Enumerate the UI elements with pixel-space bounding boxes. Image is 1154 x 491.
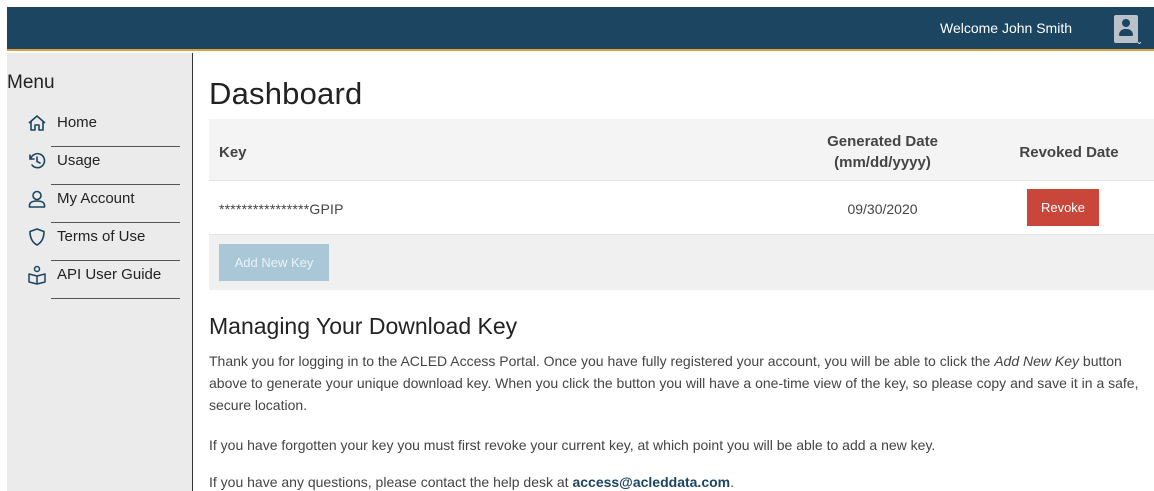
sidebar-item-usage[interactable]: Usage bbox=[27, 147, 180, 185]
add-new-key-emphasis: Add New Key bbox=[994, 353, 1080, 369]
sidebar-item-api-user-guide[interactable]: API User Guide bbox=[27, 261, 180, 299]
generated-date: 09/30/2020 bbox=[847, 201, 918, 217]
sidebar-item-label: Usage bbox=[57, 152, 101, 169]
paragraph-text: . bbox=[730, 474, 734, 490]
table-header: Key Generated Date (mm/dd/yyyy) Revoked … bbox=[209, 119, 1154, 181]
paragraph-text: If you have any questions, please contac… bbox=[209, 474, 573, 490]
avatar-head-shape bbox=[1122, 19, 1130, 27]
user-icon bbox=[28, 190, 46, 208]
generated-date-label: Generated Date bbox=[827, 133, 938, 150]
home-icon bbox=[28, 115, 46, 131]
shield-icon bbox=[29, 228, 45, 246]
column-header-key: Key bbox=[219, 144, 247, 161]
welcome-message: Welcome John Smith bbox=[939, 20, 1072, 36]
sidebar-item-label: Home bbox=[57, 114, 98, 131]
page-title: Dashboard bbox=[209, 76, 363, 111]
menu-title: Menu bbox=[7, 72, 55, 93]
keys-table: Key Generated Date (mm/dd/yyyy) Revoked … bbox=[209, 119, 1154, 290]
revoke-button[interactable]: Revoke bbox=[1027, 189, 1099, 226]
sidebar-item-home[interactable]: Home bbox=[27, 109, 180, 147]
help-desk-email-link[interactable]: access@acleddata.com bbox=[572, 474, 730, 490]
sidebar-item-my-account[interactable]: My Account bbox=[27, 185, 180, 223]
section-title: Managing Your Download Key bbox=[209, 313, 518, 339]
sidebar-menu: Menu Home Usage My Account Terms of Use … bbox=[7, 53, 193, 491]
forgotten-key-paragraph: If you have forgotten your key you must … bbox=[209, 437, 936, 453]
sidebar-item-label: API User Guide bbox=[57, 266, 162, 283]
masked-key: ****************GPIP bbox=[219, 201, 344, 217]
chevron-down-icon[interactable]: ⌄ bbox=[1135, 37, 1143, 46]
page-frame: Welcome John Smith ⌄ Menu Home Usage My … bbox=[7, 7, 1154, 491]
api-guide-icon bbox=[28, 265, 46, 285]
paragraph-text: Thank you for logging in to the ACLED Ac… bbox=[209, 353, 995, 369]
divider bbox=[51, 298, 180, 299]
user-avatar-icon[interactable] bbox=[1114, 15, 1138, 43]
avatar-body-shape bbox=[1119, 29, 1133, 36]
sidebar-item-label: My Account bbox=[57, 190, 135, 207]
sidebar-item-terms-of-use[interactable]: Terms of Use bbox=[27, 223, 180, 261]
column-header-revoked-date: Revoked Date bbox=[1019, 144, 1119, 161]
instructions-paragraph: Thank you for logging in to the ACLED Ac… bbox=[209, 350, 1149, 416]
add-new-key-button[interactable]: Add New Key bbox=[219, 244, 329, 281]
table-footer: Add New Key bbox=[209, 235, 1154, 290]
history-icon bbox=[29, 152, 46, 169]
main-content: Dashboard Key Generated Date (mm/dd/yyyy… bbox=[193, 53, 1154, 491]
contact-paragraph: If you have any questions, please contac… bbox=[209, 471, 1149, 491]
column-header-generated-date: Generated Date (mm/dd/yyyy) bbox=[795, 131, 970, 173]
generated-date-format: (mm/dd/yyyy) bbox=[834, 154, 931, 171]
top-bar: Welcome John Smith ⌄ bbox=[7, 7, 1154, 51]
table-row: ****************GPIP 09/30/2020 Revoke bbox=[209, 181, 1154, 235]
sidebar-item-label: Terms of Use bbox=[57, 228, 146, 245]
